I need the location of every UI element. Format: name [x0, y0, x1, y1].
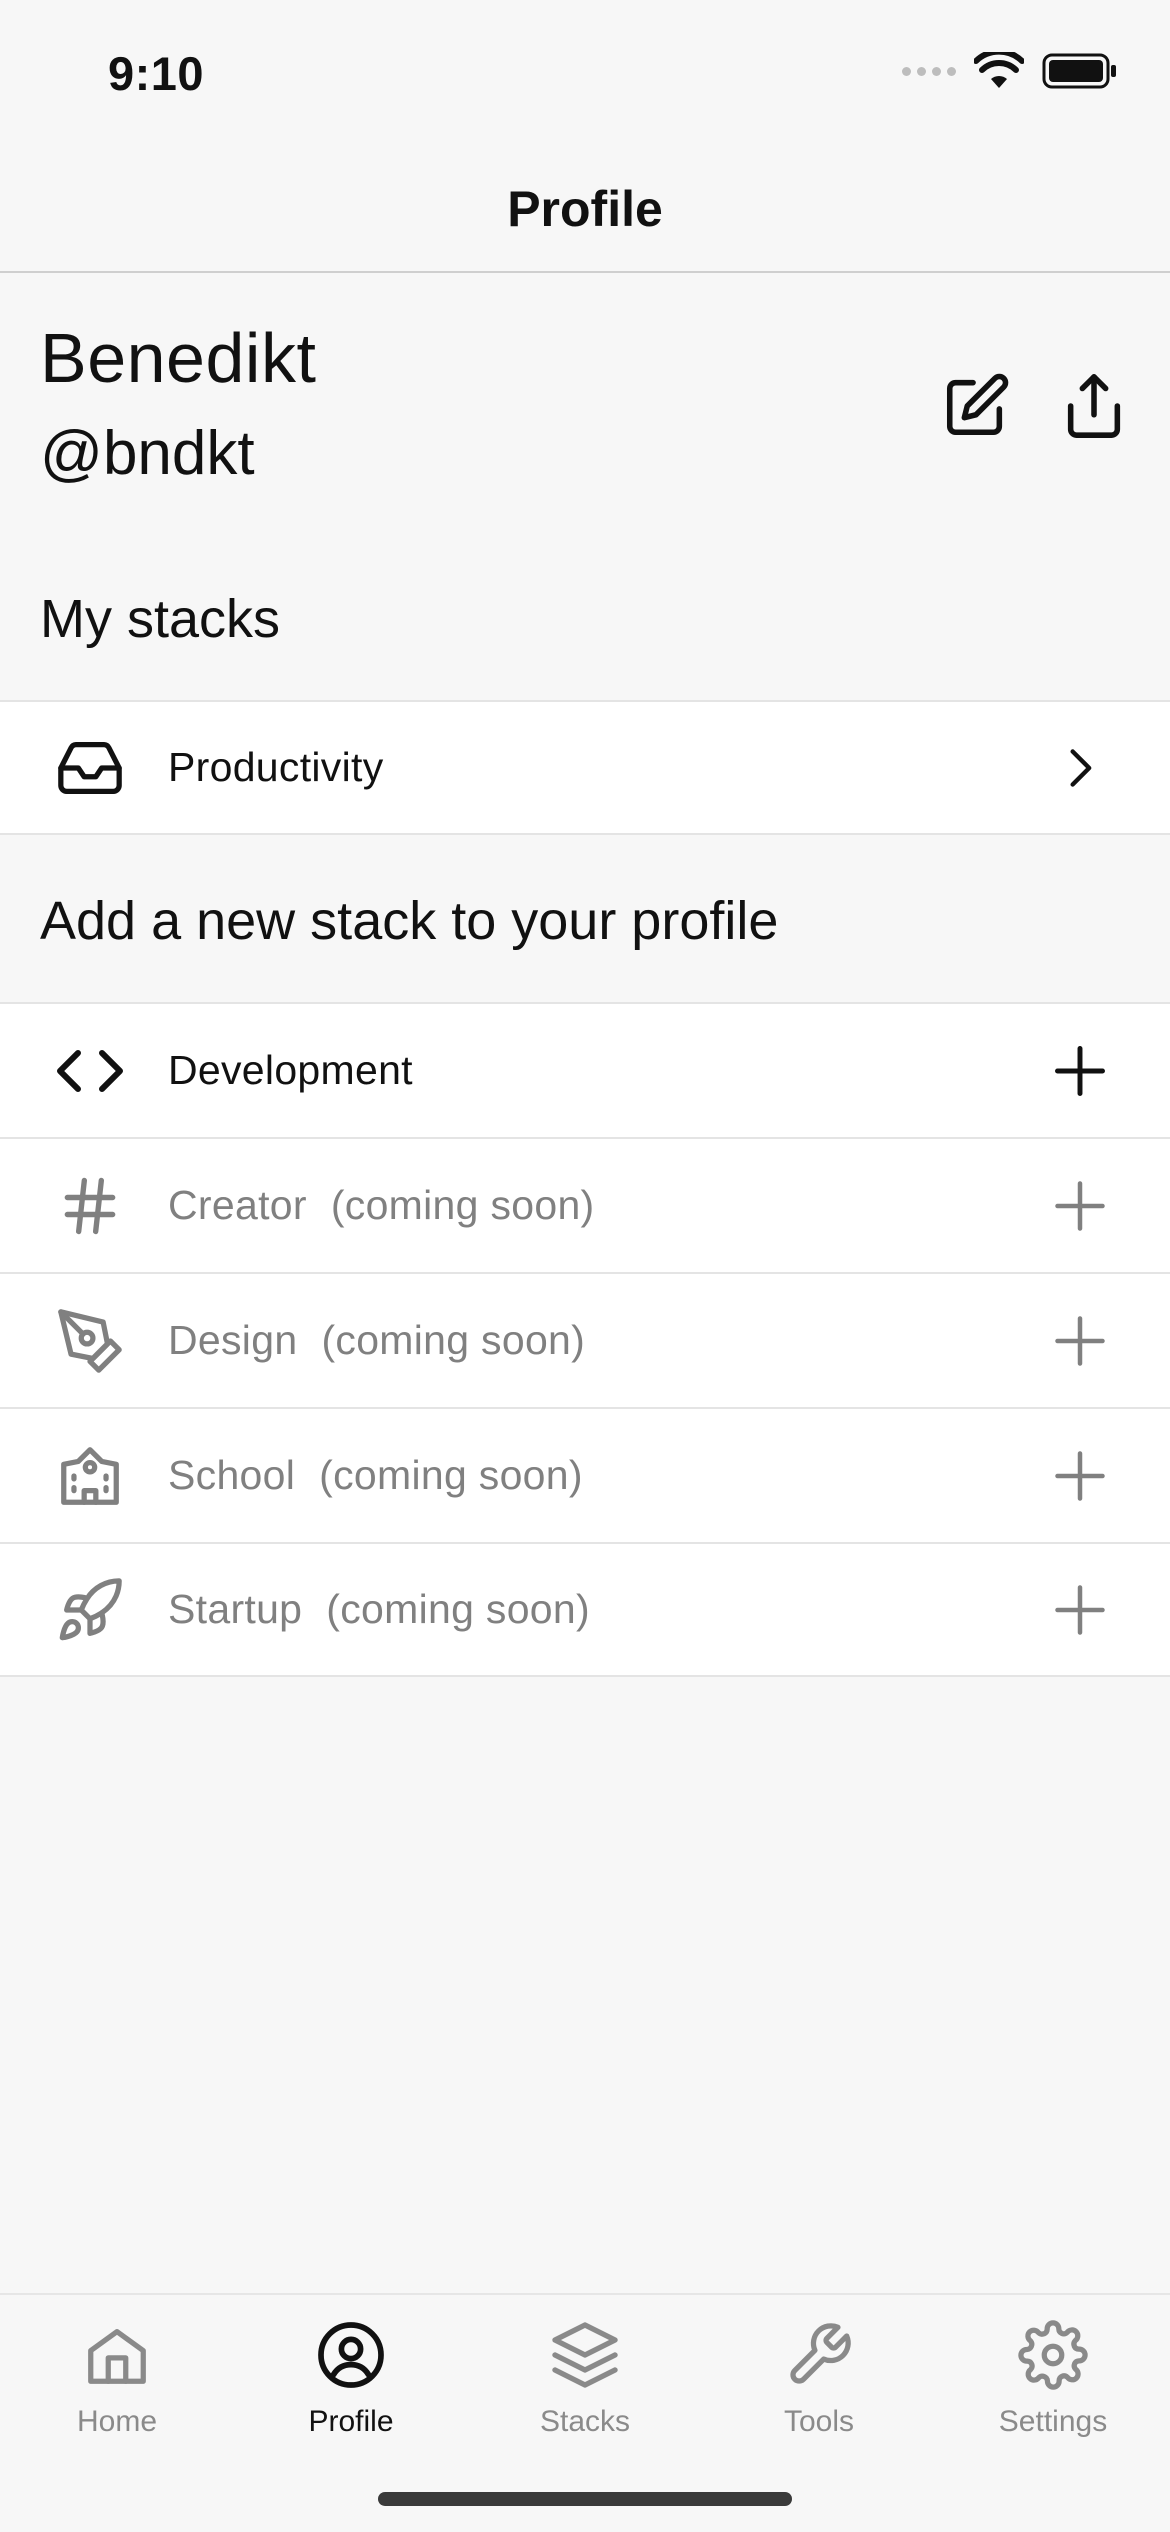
stack-label: Development: [168, 1047, 413, 1093]
tab-label: Home: [76, 2405, 158, 2438]
plus-icon: [1055, 1315, 1105, 1366]
gear-icon: [1015, 2317, 1091, 2393]
coming-soon-label: (coming soon): [321, 1317, 586, 1363]
tab-settings[interactable]: Settings: [936, 2317, 1170, 2445]
profile-screen: 9:10 Profile Benedikt @bndkt My stacks P…: [0, 0, 1170, 2532]
inbox-icon: [52, 730, 128, 806]
profile-actions: [940, 370, 1130, 442]
edit-icon: [946, 373, 1009, 436]
edit-profile-button[interactable]: [940, 370, 1012, 442]
add-button-disabled: [1050, 1580, 1110, 1640]
wrench-icon: [781, 2317, 857, 2393]
stack-row-productivity[interactable]: Productivity: [0, 700, 1170, 835]
stack-label: School (coming soon): [168, 1452, 583, 1498]
add-stack-row-creator: Creator (coming soon): [0, 1137, 1170, 1272]
battery-icon: [1042, 53, 1116, 89]
home-icon: [79, 2317, 155, 2393]
coming-soon-label: (coming soon): [326, 1586, 590, 1632]
nav-header: Profile: [0, 140, 1170, 273]
add-stack-title: Add a new stack to your profile: [40, 891, 779, 951]
profile-name: Benedikt: [40, 319, 317, 397]
tab-home[interactable]: Home: [0, 2317, 234, 2445]
plus-icon: [1055, 1450, 1105, 1501]
plus-icon: [1055, 1584, 1105, 1635]
add-stack-row-development[interactable]: Development: [0, 1002, 1170, 1137]
my-stacks-list: Productivity: [0, 700, 1170, 835]
coming-soon-label: (coming soon): [319, 1452, 583, 1498]
tab-tools[interactable]: Tools: [702, 2317, 936, 2445]
plus-icon: [1055, 1045, 1105, 1096]
stack-label: Creator (coming soon): [168, 1182, 595, 1228]
cellular-signal-icon: [902, 66, 956, 76]
status-icons: [902, 52, 1118, 90]
add-button[interactable]: [1050, 1041, 1110, 1101]
school-icon: [52, 1438, 128, 1514]
status-bar: 9:10: [0, 0, 1170, 140]
stack-label: Productivity: [168, 744, 384, 790]
add-button-disabled: [1050, 1311, 1110, 1371]
share-profile-button[interactable]: [1058, 370, 1130, 442]
share-icon: [1067, 374, 1121, 438]
home-indicator: [378, 2492, 792, 2506]
tab-profile[interactable]: Profile: [234, 2317, 468, 2445]
hash-icon: [52, 1168, 128, 1244]
profile-handle: @bndkt: [40, 419, 255, 488]
user-circle-icon: [313, 2317, 389, 2393]
page-title: Profile: [507, 181, 663, 237]
stack-icon: [547, 2317, 623, 2393]
add-stack-row-school: School (coming soon): [0, 1407, 1170, 1542]
my-stacks-title: My stacks: [40, 589, 281, 649]
add-button-disabled: [1050, 1446, 1110, 1506]
add-stack-row-startup: Startup (coming soon): [0, 1542, 1170, 1677]
coming-soon-label: (coming soon): [330, 1182, 595, 1228]
tab-label: Profile: [308, 2405, 394, 2438]
plus-icon: [1055, 1180, 1105, 1231]
wifi-icon: [974, 52, 1024, 88]
code-icon: [52, 1033, 128, 1109]
add-button-disabled: [1050, 1176, 1110, 1236]
tab-stacks[interactable]: Stacks: [468, 2317, 702, 2445]
chevron-right-icon: [1050, 738, 1110, 798]
status-time: 9:10: [108, 47, 205, 100]
add-stack-list: Development Creator (coming soon) Design…: [0, 1002, 1170, 1677]
stack-label: Design (coming soon): [168, 1317, 586, 1363]
pen-tool-icon: [52, 1303, 128, 1379]
tab-label: Settings: [998, 2405, 1108, 2438]
stack-label: Startup (coming soon): [168, 1586, 590, 1632]
tab-label: Tools: [783, 2405, 855, 2438]
tab-label: Stacks: [539, 2405, 631, 2438]
add-stack-row-design: Design (coming soon): [0, 1272, 1170, 1407]
rocket-icon: [52, 1572, 128, 1648]
